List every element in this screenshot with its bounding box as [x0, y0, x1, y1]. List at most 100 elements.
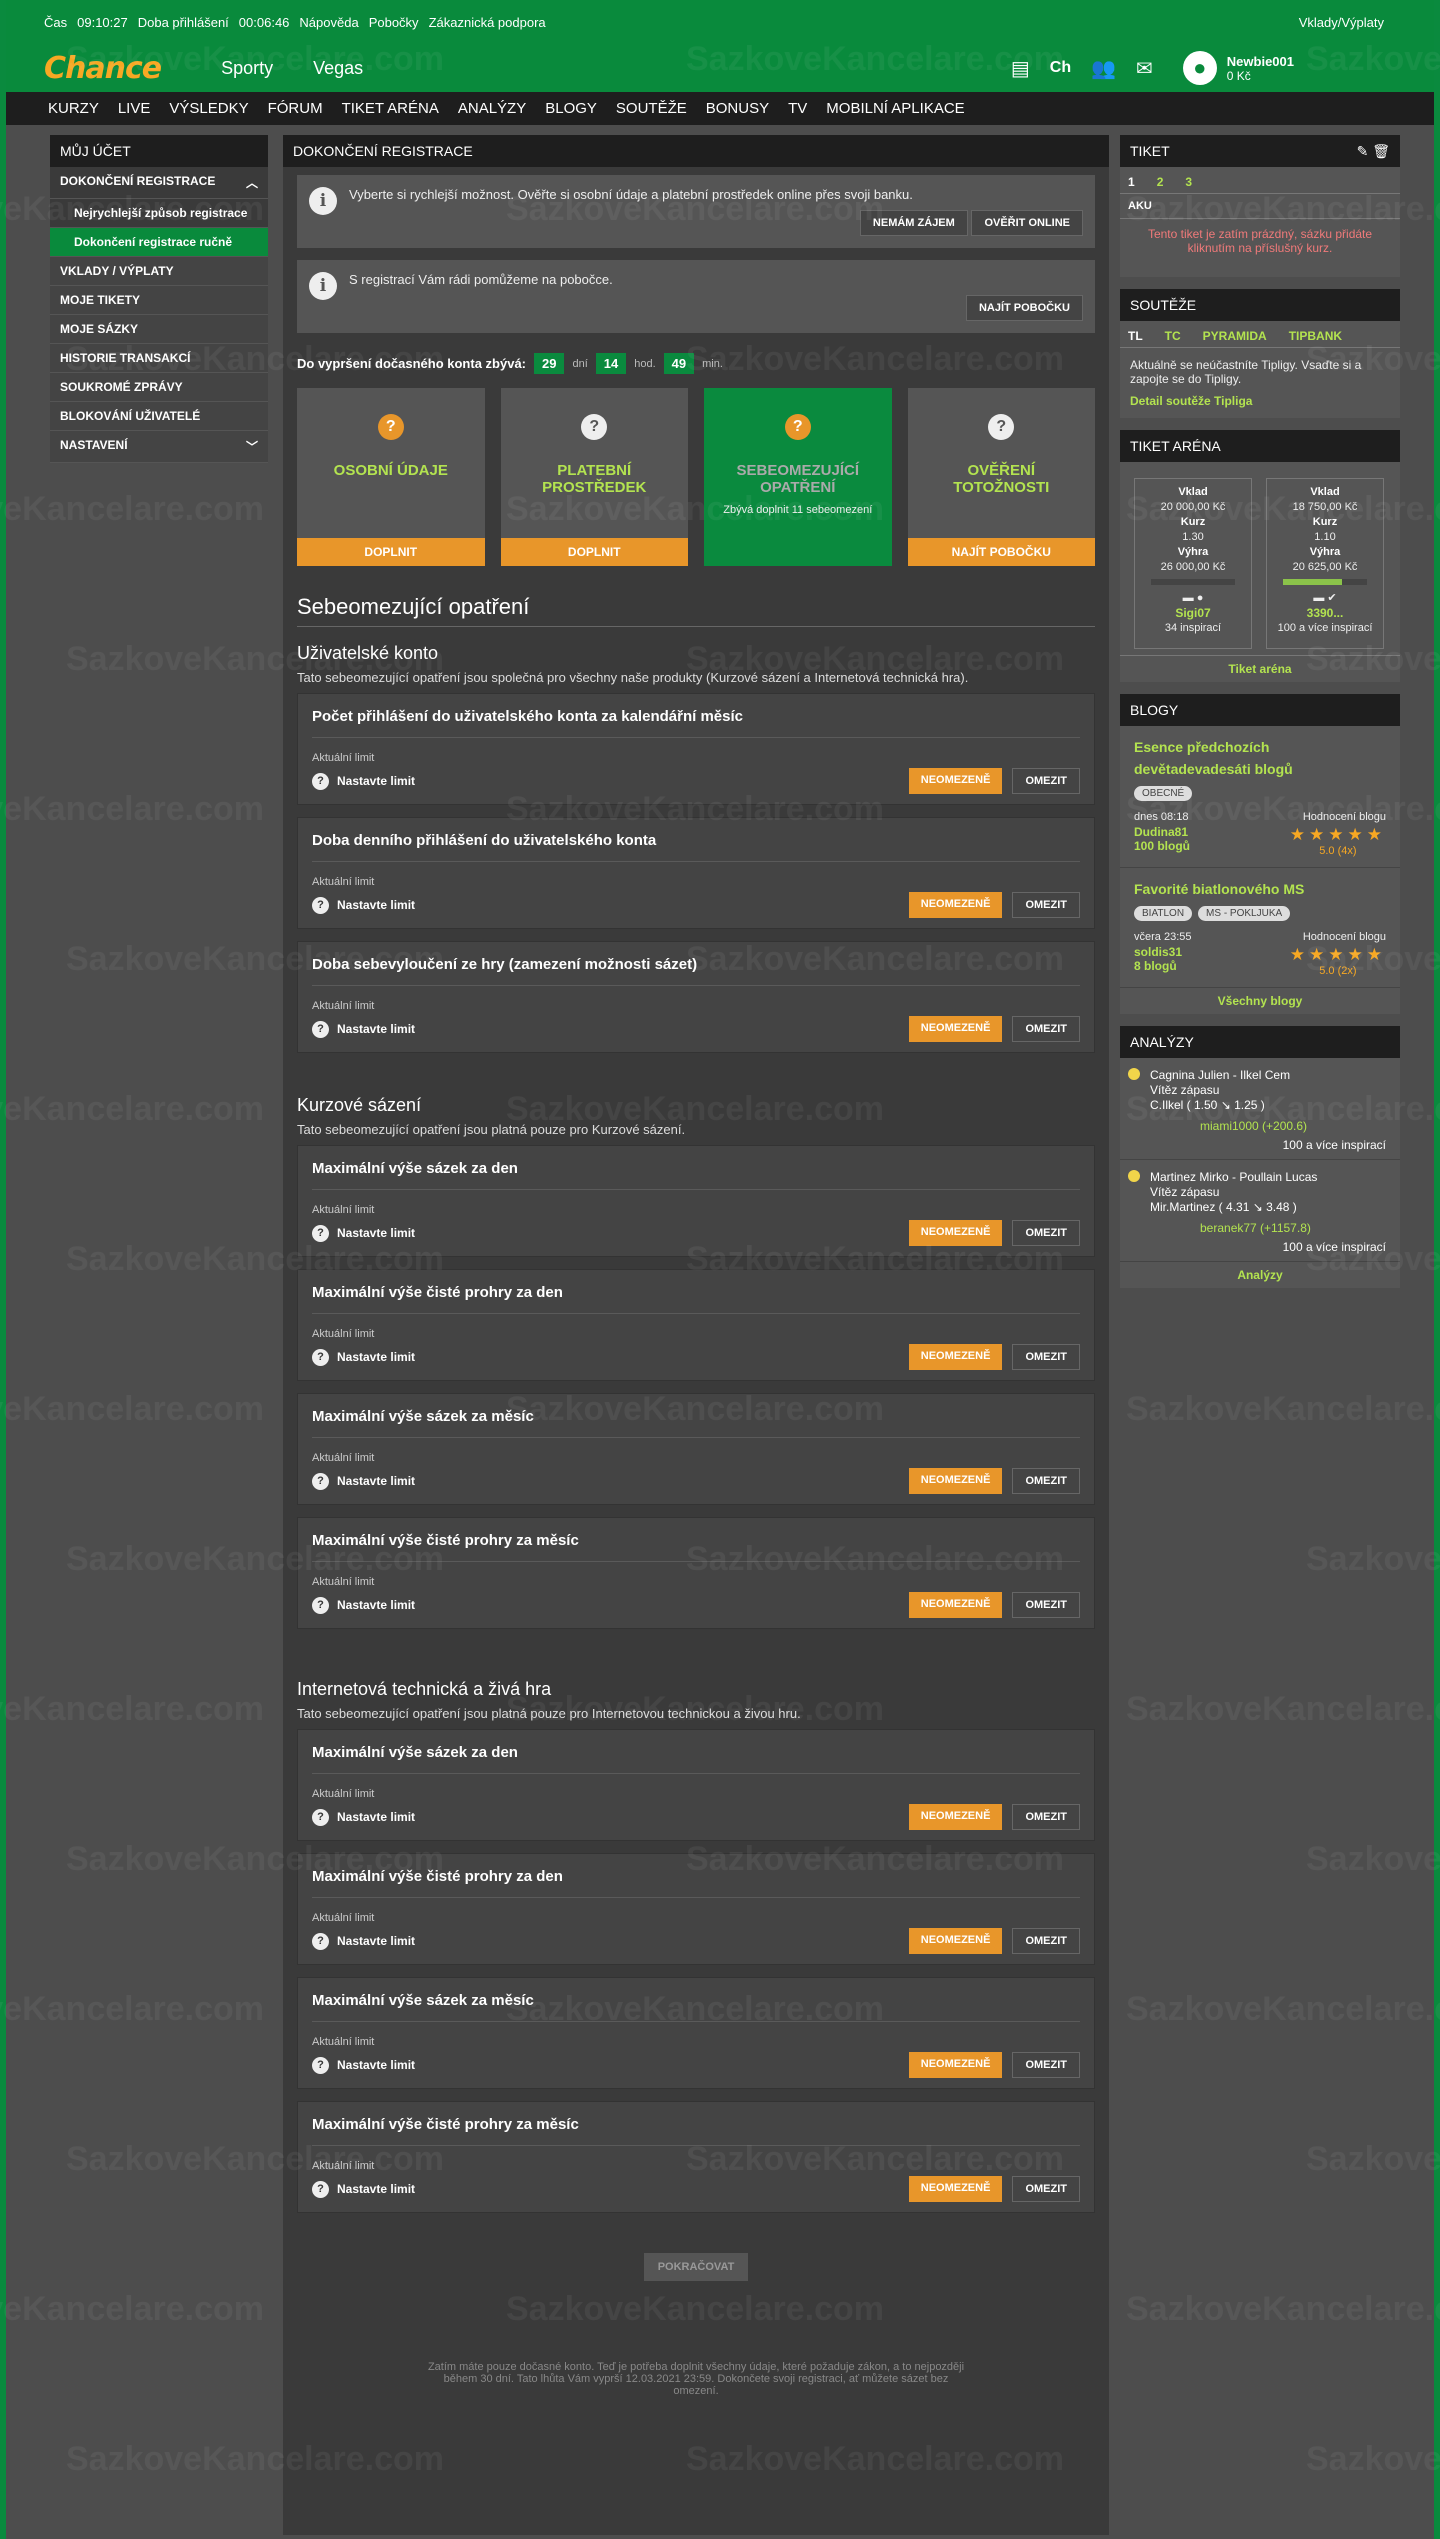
- current-limit-label: Aktuální limit: [312, 1452, 375, 1464]
- limit-button[interactable]: OMEZIT: [1012, 2176, 1080, 2202]
- menu-forum[interactable]: FÓRUM: [268, 100, 323, 117]
- sidebar-item-registration[interactable]: DOKONČENÍ REGISTRACE ︿: [50, 167, 268, 199]
- step-payment[interactable]: ? PLATEBNÍ PROSTŘEDEK DOPLNIT: [500, 388, 688, 566]
- ticket-tab-1[interactable]: 1: [1128, 175, 1135, 189]
- no-interest-button[interactable]: NEMÁM ZÁJEM: [859, 210, 968, 236]
- menu-kurzy[interactable]: KURZY: [48, 100, 99, 117]
- find-branch-button[interactable]: NAJÍT POBOČKU: [965, 295, 1083, 321]
- limit-button[interactable]: OMEZIT: [1012, 1016, 1080, 1042]
- contest-tab-tipbank[interactable]: TIPBANK: [1289, 329, 1342, 343]
- pin-icon[interactable]: ✎: [1357, 143, 1369, 159]
- all-blogs-link[interactable]: Všechny blogy: [1120, 988, 1400, 1014]
- current-limit-label: Aktuální limit: [312, 1000, 375, 1012]
- analyses-link[interactable]: Analýzy: [1120, 1262, 1400, 1288]
- arena-panel: TIKET ARÉNA Vklad 20 000,00 Kč Kurz 1.30 Výh…: [1120, 430, 1400, 682]
- sidebar-item-settings[interactable]: NASTAVENÍ ﹀: [50, 431, 268, 463]
- verify-online-button[interactable]: OVĚŘIT ONLINE: [971, 210, 1083, 236]
- continue-button[interactable]: POKRAČOVAT: [643, 2253, 749, 2281]
- blog-tag[interactable]: OBECNÉ: [1134, 786, 1193, 801]
- contest-tab-pyramida[interactable]: PYRAMIDA: [1203, 329, 1267, 343]
- limit-button[interactable]: OMEZIT: [1012, 1468, 1080, 1494]
- blog-item[interactable]: Favorité biatlonového MS BIATLON MS - POK…: [1120, 868, 1400, 988]
- menu-tv[interactable]: TV: [788, 100, 807, 117]
- ch-icon[interactable]: Ch: [1050, 59, 1071, 77]
- unlimited-button[interactable]: NEOMEZENĚ: [908, 768, 1003, 794]
- user-box[interactable]: ● Newbie001 0 Kč: [1182, 51, 1294, 85]
- menu-tiket-arena[interactable]: TIKET ARÉNA: [342, 100, 439, 117]
- question-icon: ?: [312, 1932, 329, 1950]
- limit-button[interactable]: OMEZIT: [1012, 892, 1080, 918]
- menu-mobile[interactable]: MOBILNÍ APLIKACE: [826, 100, 964, 117]
- sidebar-item-bets[interactable]: MOJE SÁZKY: [50, 315, 268, 344]
- avatar[interactable]: ●: [1182, 51, 1217, 85]
- step-identity-button[interactable]: NAJÍT POBOČKU: [907, 538, 1095, 566]
- menu-analyzy[interactable]: ANALÝZY: [458, 100, 526, 117]
- sidebar-item-blocked[interactable]: BLOKOVÁNÍ UŽIVATELÉ: [50, 402, 268, 431]
- sidebar-item-manual-registration[interactable]: Dokončení registrace ručně: [50, 228, 268, 257]
- arena-card[interactable]: Vklad 20 000,00 Kč Kurz 1.30 Výhra 26 000,00 …: [1134, 478, 1252, 649]
- ticket-tab-3[interactable]: 3: [1185, 175, 1192, 189]
- contest-tab-tl[interactable]: TL: [1128, 329, 1143, 343]
- unlimited-button[interactable]: NEOMEZENĚ: [908, 2176, 1003, 2202]
- help-link[interactable]: Nápověda: [299, 15, 358, 30]
- sidebar-item-deposits[interactable]: VKLADY / VÝPLATY: [50, 257, 268, 286]
- limit-button[interactable]: OMEZIT: [1012, 768, 1080, 794]
- menu-blogy[interactable]: BLOGY: [545, 100, 597, 117]
- limit-button[interactable]: OMEZIT: [1012, 1220, 1080, 1246]
- sidebar-item-history[interactable]: HISTORIE TRANSAKCÍ: [50, 344, 268, 373]
- step-selflimit[interactable]: ? SEBEOMEZUJÍCÍ OPATŘENÍ Zbývá doplnit 11 …: [704, 388, 892, 566]
- unlimited-button[interactable]: NEOMEZENĚ: [908, 1928, 1003, 1954]
- step-personal[interactable]: ? OSOBNÍ ÚDAJE DOPLNIT: [297, 388, 485, 566]
- aku-tab[interactable]: AKU: [1120, 194, 1400, 219]
- blog-item[interactable]: Esence předchozích devětadevadesáti blog…: [1120, 726, 1400, 868]
- analysis-item[interactable]: Cagnina Julien - Ilkel Cem Vítěz zápasu C.…: [1120, 1058, 1400, 1160]
- contest-tab-tc[interactable]: TC: [1165, 329, 1181, 343]
- limit-button[interactable]: OMEZIT: [1012, 1804, 1080, 1830]
- sidebar-item-messages[interactable]: SOUKROMÉ ZPRÁVY: [50, 373, 268, 402]
- step-identity[interactable]: ? OVĚŘENÍ TOTOŽNOSTI NAJÍT POBOČKU: [907, 388, 1095, 566]
- unlimited-button[interactable]: NEOMEZENĚ: [908, 2052, 1003, 2078]
- trash-icon[interactable]: 🗑: [1372, 143, 1390, 159]
- set-limit-text: Nastavte limit: [337, 1474, 416, 1488]
- sidebar-item-tickets[interactable]: MOJE TIKETY: [50, 286, 268, 315]
- support-link[interactable]: Zákaznická podpora: [429, 15, 546, 30]
- arena-card[interactable]: Vklad 18 750,00 Kč Kurz 1.10 Výhra 20 625,00 …: [1266, 478, 1384, 649]
- unlimited-button[interactable]: NEOMEZENĚ: [908, 1220, 1003, 1246]
- menu-souteze[interactable]: SOUTĚŽE: [616, 100, 687, 117]
- limit-button[interactable]: OMEZIT: [1012, 1592, 1080, 1618]
- analysis-item[interactable]: Martinez Mirko - Poullain Lucas Vítěz záp…: [1120, 1160, 1400, 1262]
- arena-link[interactable]: Tiket aréna: [1120, 655, 1400, 682]
- ticket-icon[interactable]: ▤: [1011, 56, 1030, 81]
- arena-progress: [1283, 579, 1367, 585]
- watermark-text: SazkoveKancelare.com: [1126, 2290, 1440, 2328]
- blog-tag[interactable]: MS - POKLJUKA: [1198, 906, 1291, 921]
- limit-button[interactable]: OMEZIT: [1012, 2052, 1080, 2078]
- menu-bonusy[interactable]: BONUSY: [706, 100, 769, 117]
- limit-button[interactable]: OMEZIT: [1012, 1928, 1080, 1954]
- watermark-text: SazkoveKancelare.com: [1126, 1990, 1440, 2028]
- deposits-link[interactable]: Vklady/Výplaty: [1299, 15, 1384, 30]
- unlimited-button[interactable]: NEOMEZENĚ: [908, 1016, 1003, 1042]
- nav-sporty[interactable]: Sporty: [221, 58, 273, 79]
- menu-live[interactable]: LIVE: [118, 100, 151, 117]
- step-personal-button[interactable]: DOPLNIT: [297, 538, 485, 566]
- step-payment-button[interactable]: DOPLNIT: [500, 538, 688, 566]
- sidebar-item-fast-registration[interactable]: Nejrychlejší způsob registrace: [50, 199, 268, 228]
- unlimited-button[interactable]: NEOMEZENĚ: [908, 1804, 1003, 1830]
- menu-vysledky[interactable]: VÝSLEDKY: [169, 100, 248, 117]
- tipliga-link[interactable]: Detail soutěže Tipliga: [1120, 386, 1400, 418]
- section-title: Internetová technická a živá hra: [297, 1679, 552, 1699]
- unlimited-button[interactable]: NEOMEZENĚ: [908, 892, 1003, 918]
- friends-icon[interactable]: 👥: [1091, 56, 1116, 81]
- nav-vegas[interactable]: Vegas: [313, 58, 363, 79]
- unlimited-button[interactable]: NEOMEZENĚ: [908, 1592, 1003, 1618]
- branches-link[interactable]: Pobočky: [369, 15, 419, 30]
- blog-tag[interactable]: BIATLON: [1134, 906, 1193, 921]
- watermark-text: SazkoveKancelare.com: [1306, 2140, 1440, 2178]
- unlimited-button[interactable]: NEOMEZENĚ: [908, 1344, 1003, 1370]
- chat-icon[interactable]: ✉: [1136, 56, 1153, 81]
- unlimited-button[interactable]: NEOMEZENĚ: [908, 1468, 1003, 1494]
- limit-button[interactable]: OMEZIT: [1012, 1344, 1080, 1370]
- chance-logo[interactable]: Chance: [44, 51, 162, 86]
- ticket-tab-2[interactable]: 2: [1157, 175, 1164, 189]
